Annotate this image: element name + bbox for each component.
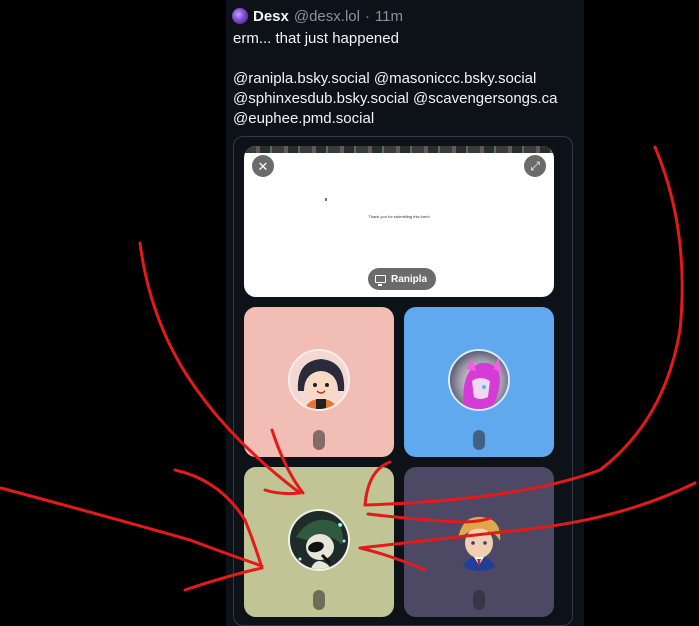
screen-share-label: Ranipla xyxy=(368,268,437,290)
microphone-icon[interactable] xyxy=(473,590,485,610)
participant-avatar xyxy=(288,509,350,571)
monitor-icon xyxy=(375,275,386,286)
participant-tile[interactable] xyxy=(404,307,554,457)
mention-link[interactable]: @sphinxesdub.bsky.social xyxy=(233,90,409,107)
screen-share-tile[interactable]: Thank you for submitting this form! ✕ ⤢ … xyxy=(244,146,554,297)
participant-tile[interactable] xyxy=(244,467,394,617)
microphone-icon[interactable] xyxy=(313,430,325,450)
separator-dot: · xyxy=(364,7,370,25)
microphone-icon[interactable] xyxy=(473,430,485,450)
mentions-line-1: @ranipla.bsky.social @masoniccc.bsky.soc… xyxy=(233,69,583,89)
close-icon[interactable]: ✕ xyxy=(252,155,274,177)
participant-avatar xyxy=(448,349,510,411)
sharer-name: Ranipla xyxy=(391,273,428,285)
microphone-icon[interactable] xyxy=(313,590,325,610)
author-name[interactable]: Desx xyxy=(253,8,289,25)
post-timestamp[interactable]: 11m xyxy=(375,8,403,25)
post-text: erm... that just happened @ranipla.bsky.… xyxy=(233,29,583,129)
screen-message: Thank you for submitting this form! xyxy=(368,214,430,219)
mention-link[interactable]: @masoniccc.bsky.social xyxy=(374,70,537,87)
post-header: Desx @desx.lol · 11m xyxy=(232,6,403,26)
cursor-mark xyxy=(325,198,327,201)
mention-link[interactable]: @euphee.pmd.social xyxy=(233,110,374,127)
participant-tile[interactable] xyxy=(404,467,554,617)
participant-avatar xyxy=(448,509,510,571)
expand-icon[interactable]: ⤢ xyxy=(524,155,546,177)
participant-avatar xyxy=(288,349,350,411)
post-text-line: erm... that just happened xyxy=(233,30,399,47)
author-handle[interactable]: @desx.lol xyxy=(294,8,360,25)
mentions-line-3: @euphee.pmd.social xyxy=(233,109,583,129)
participant-tile[interactable] xyxy=(244,307,394,457)
author-avatar[interactable] xyxy=(232,8,248,24)
browser-tab-bar xyxy=(244,146,554,153)
mentions-line-2: @sphinxesdub.bsky.social @scavengersongs… xyxy=(233,89,583,109)
mention-link[interactable]: @ranipla.bsky.social xyxy=(233,70,370,87)
mention-link[interactable]: @scavengersongs.ca xyxy=(413,90,557,107)
